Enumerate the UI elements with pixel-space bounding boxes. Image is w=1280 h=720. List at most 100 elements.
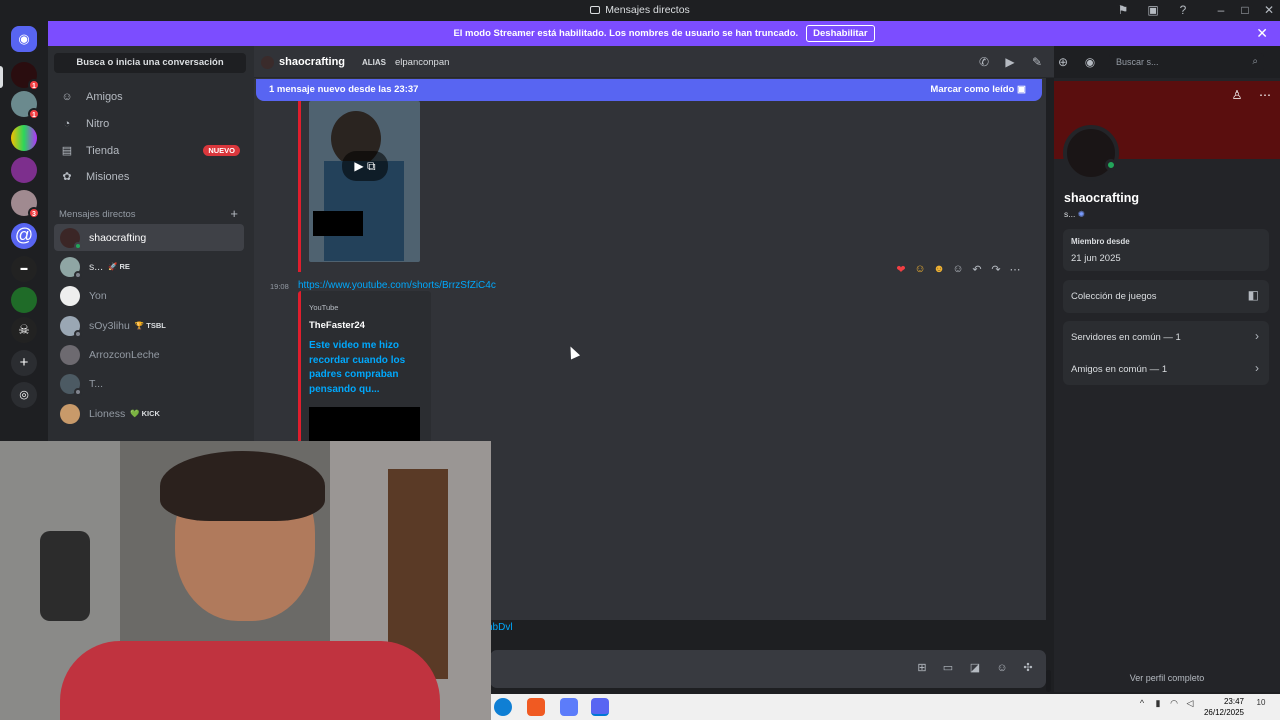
flag-icon[interactable]: ⚑ <box>1116 3 1130 17</box>
server-icon[interactable]: ▬ <box>11 256 37 282</box>
emoji-icon[interactable]: ☺ <box>995 661 1009 675</box>
taskbar: ^ ▮ ◠ ◁ 23:47 26/12/2025 10 <box>491 694 1280 720</box>
dm-item[interactable]: shaocrafting <box>54 224 244 251</box>
avatar <box>60 315 82 338</box>
help-icon[interactable]: ? <box>1176 3 1190 17</box>
sticker-icon[interactable]: ◪ <box>968 661 982 675</box>
minimize-button[interactable]: – <box>1214 3 1228 17</box>
server-icon[interactable] <box>11 125 37 151</box>
dm-item[interactable]: T... <box>54 370 244 397</box>
dm-item[interactable]: Yon <box>54 282 244 309</box>
server-icon[interactable]: 1 <box>11 62 40 91</box>
video-embed[interactable]: ▶ ⧉ <box>309 101 420 262</box>
app-icon[interactable] <box>560 698 578 716</box>
heart-icon[interactable]: ❤ <box>894 263 908 276</box>
voice-call-icon[interactable]: ✆ <box>977 55 991 69</box>
forward-icon[interactable]: ↷ <box>989 263 1003 276</box>
dm-item[interactable]: s... 🚀 RE <box>54 253 244 280</box>
avatar <box>60 373 82 396</box>
discord-taskbar-icon[interactable] <box>591 698 609 716</box>
dm-item[interactable]: sOy3lihu 🏆 TSBL <box>54 312 244 339</box>
more-icon[interactable]: ⋯ <box>1258 88 1272 102</box>
profile-sub-text: s... <box>1064 209 1076 219</box>
gif-icon[interactable]: ▭ <box>941 661 955 675</box>
disable-streamer-button[interactable]: Deshabilitar <box>806 25 875 42</box>
notification-icon[interactable]: 10 <box>1253 698 1269 716</box>
create-dm-icon[interactable]: + <box>230 206 238 221</box>
games-label: Colección de juegos <box>1071 291 1157 302</box>
dm-item[interactable]: ArrozconLeche <box>54 341 244 368</box>
grin-emoji-icon[interactable]: ☻ <box>932 263 946 276</box>
mutual-friends[interactable]: Amigos en común — 1 <box>1071 364 1167 375</box>
dm-section-header: Mensajes directos <box>59 209 136 220</box>
games-card[interactable]: Colección de juegos ◧ <box>1063 280 1269 313</box>
unread-badge: 1 <box>28 79 40 91</box>
nav-shop[interactable]: ▤ Tienda NUEVO <box>54 138 248 163</box>
search-input[interactable]: Buscar s... ⌕ <box>1109 53 1264 72</box>
dm-item[interactable]: Lioness 💚 KICK <box>54 400 244 427</box>
monitor-icon[interactable]: ▣ <box>1146 3 1160 17</box>
play-icon[interactable]: ▶ ⧉ <box>342 151 388 181</box>
clock[interactable]: 23:47 26/12/2025 <box>1204 696 1244 718</box>
discord-home-icon[interactable]: ◉ <box>11 26 37 52</box>
server-icon[interactable] <box>11 157 37 183</box>
wifi-icon[interactable]: ◠ <box>1168 698 1180 716</box>
alias-label: ALIAS <box>362 58 386 67</box>
find-conversation-input[interactable]: Busca o inicia una conversación <box>54 53 246 73</box>
dm-name: sOy3lihu <box>89 319 130 332</box>
embed-author[interactable]: TheFaster24 <box>309 320 365 331</box>
volume-icon[interactable]: ◁ <box>1184 698 1196 716</box>
close-icon[interactable]: ✕ <box>1256 25 1268 42</box>
add-friend-icon[interactable]: ♙ <box>1230 88 1244 102</box>
microphone-icon[interactable]: ▮ <box>1152 698 1164 716</box>
nav-label: Nitro <box>86 117 110 130</box>
nav-nitro[interactable]: ◔ Nitro <box>54 111 248 136</box>
server-icon[interactable]: 1 <box>11 91 40 120</box>
add-friends-icon[interactable]: ⊕ <box>1056 55 1070 69</box>
user-profile-icon[interactable]: ◉ <box>1083 55 1097 69</box>
chevron-right-icon[interactable]: › <box>1255 329 1259 343</box>
game-icon: ◧ <box>1247 288 1259 302</box>
gift-icon[interactable]: ⊞ <box>915 661 929 675</box>
close-button[interactable]: ✕ <box>1262 3 1276 17</box>
edge-icon[interactable] <box>494 698 512 716</box>
nav-friends[interactable]: ☺ Amigos <box>54 84 248 109</box>
explore-icon[interactable]: ◎ <box>11 382 37 408</box>
avatar <box>60 403 80 424</box>
apps-icon[interactable]: ✣ <box>1021 661 1035 675</box>
server-icon[interactable]: 3 <box>11 190 40 219</box>
more-icon[interactable]: ⋯ <box>1008 263 1022 276</box>
badge-icon: ✺ <box>1077 209 1085 219</box>
server-icon[interactable]: ☠ <box>11 317 37 343</box>
nav-quests[interactable]: ✿ Misiones <box>54 164 248 189</box>
chat-user-name[interactable]: shaocrafting <box>279 56 345 68</box>
profile-avatar[interactable] <box>1063 125 1119 181</box>
chevron-up-icon[interactable]: ^ <box>1136 698 1148 716</box>
streamer-banner: El modo Streamer está habilitado. Los no… <box>48 21 1280 46</box>
mutual-servers[interactable]: Servidores en común — 1 <box>1071 332 1181 343</box>
dm-name: shaocrafting <box>89 231 147 244</box>
mark-read-button[interactable]: Marcar como leído ▣ <box>930 84 1026 95</box>
video-call-icon[interactable]: ▶ <box>1003 55 1017 69</box>
new-messages-bar[interactable]: 1 mensaje nuevo desde las 23:37 Marcar c… <box>256 79 1042 101</box>
laugh-emoji-icon[interactable]: ☺ <box>913 263 927 276</box>
add-reaction-icon[interactable]: ☺ <box>951 263 965 276</box>
dm-name: Lioness <box>89 407 126 420</box>
mentions-icon[interactable]: @ <box>11 223 37 249</box>
mutual-card: Servidores en común — 1 › Amigos en comú… <box>1063 321 1269 385</box>
message-composer[interactable]: ⊞ ▭ ◪ ☺ ✣ <box>490 650 1046 688</box>
add-server-icon[interactable]: + <box>11 350 37 376</box>
scrollbar[interactable] <box>1046 670 1051 692</box>
reply-icon[interactable]: ↶ <box>970 263 984 276</box>
new-badge: NUEVO <box>203 145 240 156</box>
pin-icon[interactable]: ✎ <box>1030 55 1044 69</box>
maximize-button[interactable]: □ <box>1238 3 1252 17</box>
view-full-profile[interactable]: Ver perfil completo <box>1054 673 1280 683</box>
message-link[interactable]: https://www.youtube.com/shorts/BrrzSfZiC… <box>298 280 496 291</box>
dm-name: ArrozconLeche <box>89 348 160 361</box>
chevron-right-icon[interactable]: › <box>1255 361 1259 375</box>
server-icon[interactable] <box>11 287 37 313</box>
brave-icon[interactable] <box>527 698 545 716</box>
embed-title[interactable]: Este video me hizo recordar cuando los p… <box>309 339 409 397</box>
mark-read-label: Marcar como leído <box>930 84 1015 95</box>
